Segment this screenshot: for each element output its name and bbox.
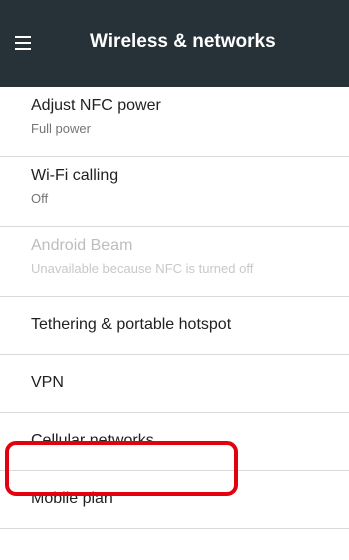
setting-adjust-nfc-power[interactable]: Adjust NFC power Full power — [0, 87, 349, 157]
setting-title: Wi-Fi calling — [31, 167, 119, 184]
setting-title: Android Beam — [31, 237, 133, 254]
page-title: Wireless & networks — [90, 31, 276, 52]
setting-tethering-hotspot[interactable]: Tethering & portable hotspot — [0, 297, 349, 355]
setting-title: Adjust NFC power — [31, 97, 161, 114]
setting-summary: Unavailable because NFC is turned off — [31, 261, 254, 276]
hamburger-menu-icon[interactable] — [15, 36, 31, 50]
setting-summary: Off — [31, 191, 49, 206]
setting-wifi-calling[interactable]: Wi-Fi calling Off — [0, 157, 349, 227]
app-toolbar: Wireless & networks — [0, 0, 349, 87]
setting-title: VPN — [31, 374, 64, 391]
setting-title: Tethering & portable hotspot — [31, 316, 232, 333]
setting-cellular-networks[interactable]: Cellular networks — [0, 413, 349, 471]
setting-summary: Full power — [31, 121, 91, 136]
setting-vpn[interactable]: VPN — [0, 355, 349, 413]
setting-mobile-plan[interactable]: Mobile plan — [0, 471, 349, 529]
setting-title: Cellular networks — [31, 432, 154, 449]
setting-android-beam: Android Beam Unavailable because NFC is … — [0, 227, 349, 297]
settings-list: Adjust NFC power Full power Wi-Fi callin… — [0, 87, 349, 529]
setting-title: Mobile plan — [31, 490, 113, 507]
